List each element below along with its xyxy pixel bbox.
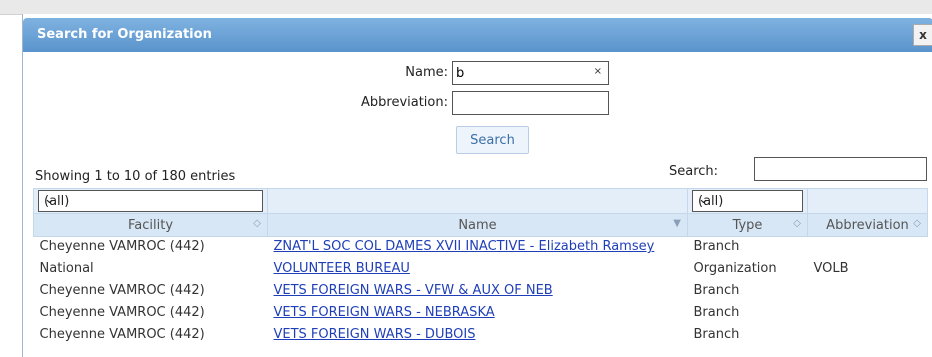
type-cell: Branch xyxy=(693,327,740,342)
chevron-down-icon: ⌄ xyxy=(698,192,709,207)
table-search-input[interactable] xyxy=(755,158,930,182)
table-row: Cheyenne VAMROC (442) ZNAT'L SOC COL DAM… xyxy=(34,237,928,260)
abbreviation-cell xyxy=(808,237,928,260)
entries-info: Showing 1 to 10 of 180 entries xyxy=(35,169,236,184)
sort-desc-icon: ▼ xyxy=(673,218,681,229)
dialog-titlebar[interactable]: Search for Organization x xyxy=(23,18,932,52)
name-label: Name: xyxy=(405,65,448,80)
header-row: Facility ◇ Name ▼ Type ◇ Abbreviation ◇ xyxy=(33,213,928,237)
table-row: Cheyenne VAMROC (442) VETS FOREIGN WARS … xyxy=(34,281,928,303)
table-row: Cheyenne VAMROC (442) VETS FOREIGN WARS … xyxy=(34,325,928,347)
name-filter-cell xyxy=(267,188,688,214)
sort-icon: ◇ xyxy=(793,218,801,229)
name-cell: VETS FOREIGN WARS - DUBOIS xyxy=(268,325,688,347)
search-organization-dialog: Search for Organization x Name: × Abbrev… xyxy=(22,14,932,357)
sort-icon: ◇ xyxy=(253,218,261,229)
name-cell: VOLUNTEER BUREAU xyxy=(268,259,688,281)
filter-row: (all) ⌄ (all) ⌄ xyxy=(33,188,928,214)
facility-filter-cell: (all) ⌄ xyxy=(33,188,268,214)
abbreviation-cell xyxy=(808,325,928,347)
name-field[interactable]: × xyxy=(452,61,609,85)
dialog-title: Search for Organization xyxy=(37,27,212,42)
abbreviation-cell xyxy=(808,303,928,325)
organization-link[interactable]: ZNAT'L SOC COL DAMES XVII INACTIVE - Eli… xyxy=(274,239,655,254)
abbreviation-cell xyxy=(808,281,928,303)
table-row: Cheyenne VAMROC (442) VETS FOREIGN WARS … xyxy=(34,303,928,325)
facility-cell: Cheyenne VAMROC (442) xyxy=(39,327,205,342)
facility-filter-select[interactable]: (all) ⌄ xyxy=(38,190,263,212)
type-cell: Branch xyxy=(693,239,740,254)
name-cell: VETS FOREIGN WARS - VFW & AUX OF NEB xyxy=(268,281,688,303)
table-search-label: Search: xyxy=(669,164,719,179)
facility-cell: Cheyenne VAMROC (442) xyxy=(39,239,205,254)
column-header-abbreviation[interactable]: Abbreviation ◇ xyxy=(807,213,928,237)
organizations-table: (all) ⌄ (all) ⌄ Facility ◇ Name ▼ Type ◇ Ab xyxy=(33,188,928,347)
chevron-down-icon: ⌄ xyxy=(44,192,55,207)
facility-cell: Cheyenne VAMROC (442) xyxy=(39,305,205,320)
name-input[interactable] xyxy=(453,62,608,84)
organization-link[interactable]: VETS FOREIGN WARS - NEBRASKA xyxy=(274,305,495,320)
name-cell: VETS FOREIGN WARS - NEBRASKA xyxy=(268,303,688,325)
abbreviation-label: Abbreviation: xyxy=(360,95,448,110)
type-cell: Branch xyxy=(693,305,740,320)
column-header-name[interactable]: Name ▼ xyxy=(267,213,688,237)
column-header-type[interactable]: Type ◇ xyxy=(687,213,808,237)
clear-icon[interactable]: × xyxy=(594,66,602,77)
sort-icon: ◇ xyxy=(913,218,921,229)
type-cell: Branch xyxy=(693,283,740,298)
organization-link[interactable]: VETS FOREIGN WARS - VFW & AUX OF NEB xyxy=(274,283,553,298)
type-filter-select[interactable]: (all) ⌄ xyxy=(692,190,803,212)
column-header-facility[interactable]: Facility ◇ xyxy=(33,213,268,237)
abbreviation-input[interactable] xyxy=(453,92,608,114)
facility-cell: Cheyenne VAMROC (442) xyxy=(39,283,205,298)
table-row: National VOLUNTEER BUREAU Organization V… xyxy=(34,259,928,281)
abbreviation-filter-cell xyxy=(807,188,928,214)
facility-cell: National xyxy=(39,261,94,276)
type-filter-cell: (all) ⌄ xyxy=(687,188,808,214)
organization-link[interactable]: VOLUNTEER BUREAU xyxy=(274,261,410,276)
table-search-field[interactable] xyxy=(754,157,930,182)
close-icon[interactable]: x xyxy=(913,24,932,46)
organization-link[interactable]: VETS FOREIGN WARS - DUBOIS xyxy=(274,327,476,342)
abbreviation-cell: VOLB xyxy=(813,261,849,276)
name-cell: ZNAT'L SOC COL DAMES XVII INACTIVE - Eli… xyxy=(268,237,688,260)
abbreviation-field[interactable] xyxy=(452,91,609,115)
search-button[interactable]: Search xyxy=(456,126,529,154)
type-cell: Organization xyxy=(693,261,777,276)
background-page-strip xyxy=(0,0,932,15)
